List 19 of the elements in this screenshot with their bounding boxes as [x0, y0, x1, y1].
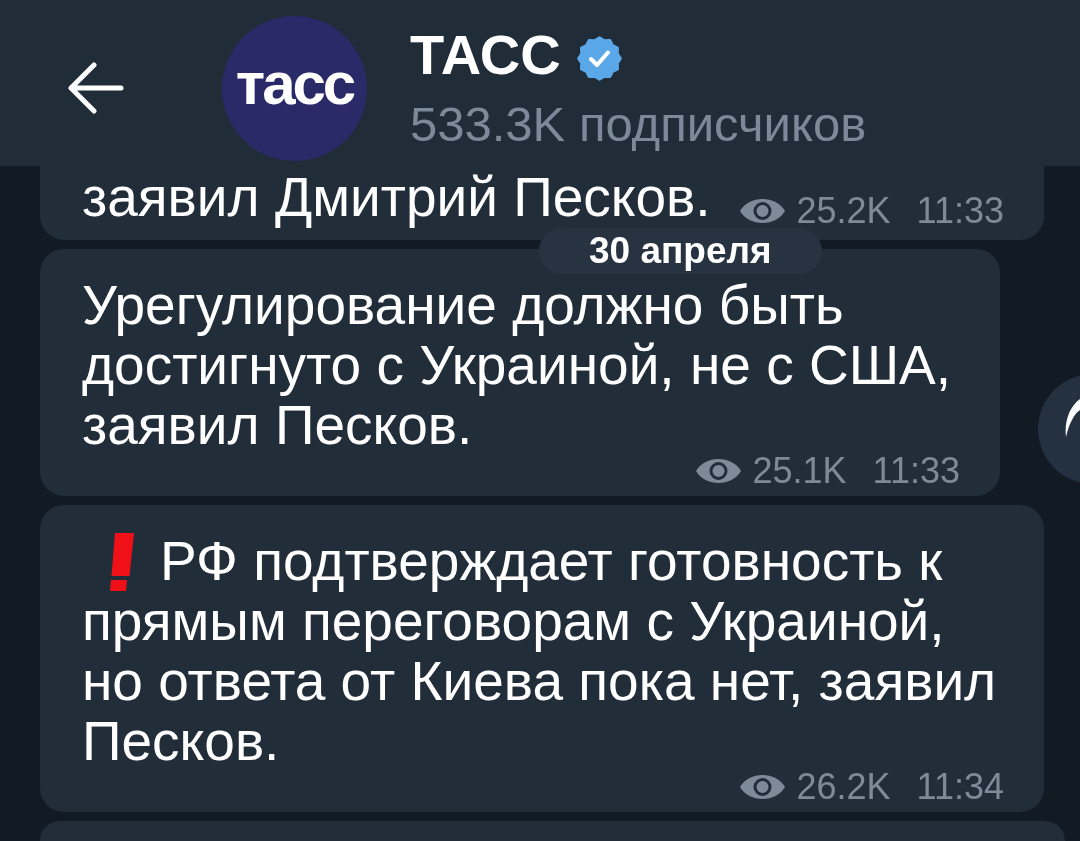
eye-icon [739, 775, 785, 799]
eye-icon [739, 199, 785, 223]
channel-avatar[interactable]: тасс [222, 16, 367, 161]
message-text: заявил Дмитрий Песков. [82, 166, 711, 228]
message-time: 11:33 [872, 456, 960, 486]
back-button[interactable] [66, 62, 124, 114]
eye-icon [695, 459, 741, 483]
message-text: Урегулирование должно быть достигнуто с Украиной, не с США, заявил Песков. [82, 274, 952, 456]
back-arrow-icon [66, 62, 124, 114]
view-count: 25.1K [752, 456, 847, 486]
message-time: 11:33 [916, 196, 1004, 226]
message-time: 11:34 [916, 772, 1004, 802]
message-text: РФ подтверждает готовность к прямым переговорам с Украиной, но ответа от Киева пока нет, заявил Песков. [82, 530, 997, 772]
view-count: 25.2K [796, 196, 891, 226]
channel-name: ТАСС [410, 23, 561, 87]
curve-icon [1065, 399, 1080, 437]
date-separator: 30 апреля [539, 228, 822, 274]
subscriber-count: 533.3K подписчиков [410, 96, 867, 153]
view-count: 26.2K [796, 772, 891, 802]
